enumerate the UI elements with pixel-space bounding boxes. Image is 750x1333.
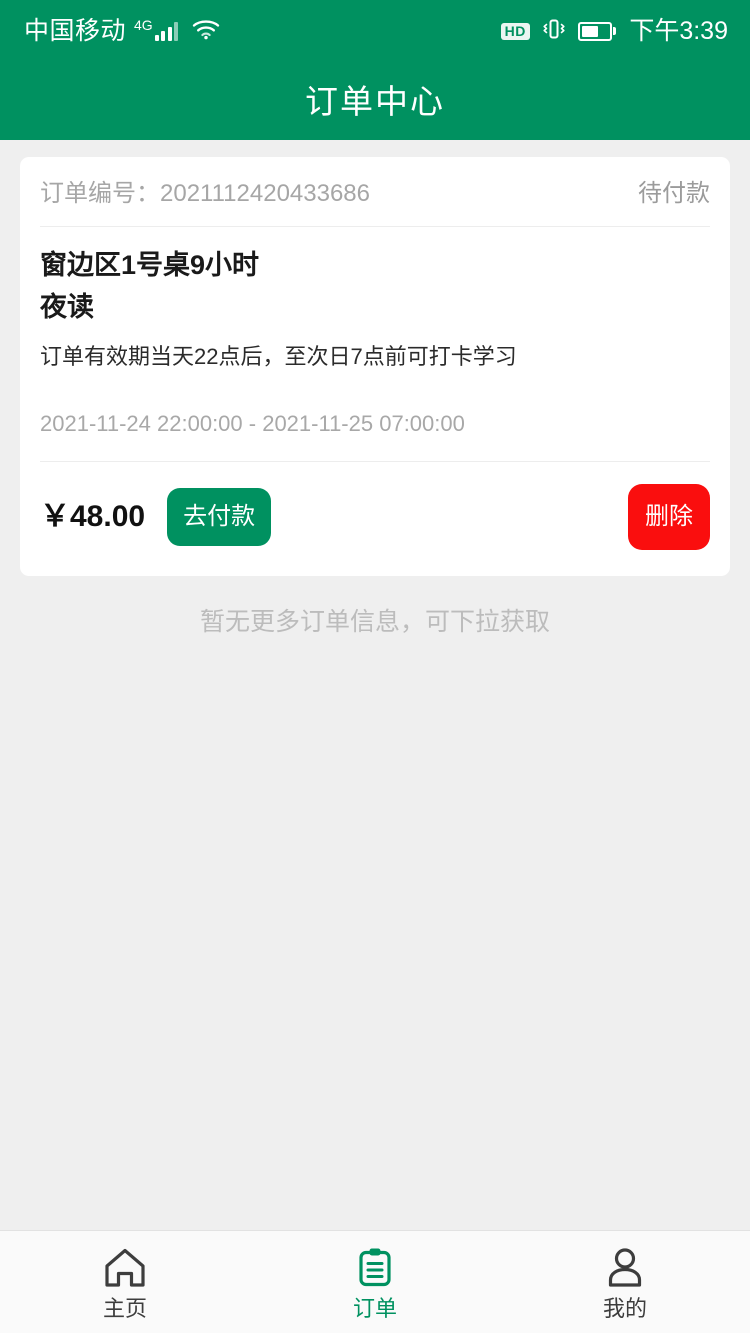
- page-header: 订单中心: [0, 62, 750, 140]
- status-bar-left: 中国移动 4G: [24, 18, 220, 45]
- order-price: ￥48.00: [40, 499, 146, 533]
- status-bar: 中国移动 4G HD 下午3:39: [0, 0, 750, 62]
- clock-label: 下午3:39: [629, 16, 728, 45]
- clipboard-icon: [352, 1245, 398, 1291]
- order-number: 订单编号：2021112420433686: [40, 182, 370, 206]
- order-card-footer: ￥48.00 去付款 删除: [40, 462, 710, 576]
- order-card-header: 订单编号：2021112420433686 待付款: [40, 157, 710, 227]
- network-indicator: 4G: [134, 17, 179, 41]
- order-period: 2021-11-24 22:00:00 - 2021-11-25 07:00:0…: [40, 412, 710, 462]
- order-number-value: 2021112420433686: [160, 180, 370, 207]
- tab-orders[interactable]: 订单: [250, 1231, 500, 1333]
- order-list: 订单编号：2021112420433686 待付款 窗边区1号桌9小时 夜读 订…: [0, 140, 750, 1333]
- tab-profile[interactable]: 我的: [500, 1231, 750, 1333]
- bottom-tab-bar: 主页 订单 我的: [0, 1230, 750, 1333]
- wifi-icon: [192, 18, 220, 45]
- tab-home[interactable]: 主页: [0, 1231, 250, 1333]
- tab-home-label: 主页: [102, 1295, 147, 1321]
- home-icon: [102, 1245, 148, 1291]
- delete-button[interactable]: 删除: [628, 483, 710, 550]
- order-card-body: 窗边区1号桌9小时 夜读 订单有效期当天22点后，至次日7点前可打卡学习 202…: [40, 227, 710, 462]
- status-bar-right: HD 下午3:39: [500, 16, 728, 45]
- pay-button[interactable]: 去付款: [167, 487, 272, 546]
- tab-orders-label: 订单: [352, 1295, 397, 1321]
- hd-icon: HD: [500, 22, 530, 40]
- page-title: 订单中心: [305, 82, 445, 120]
- status-badge: 待付款: [638, 180, 710, 207]
- signal-bars-icon: [154, 21, 179, 41]
- person-icon: [602, 1245, 648, 1291]
- order-plan-title: 夜读: [40, 292, 94, 323]
- carrier-label: 中国移动: [24, 16, 127, 45]
- network-type-label: 4G: [134, 17, 153, 33]
- order-description: 订单有效期当天22点后，至次日7点前可打卡学习: [40, 343, 517, 369]
- order-number-label: 订单编号：: [40, 180, 160, 207]
- no-more-orders-text: 暂无更多订单信息，可下拉获取: [199, 607, 550, 636]
- vibrate-icon: [541, 18, 567, 45]
- order-seat-title: 窗边区1号桌9小时: [40, 250, 260, 280]
- order-card[interactable]: 订单编号：2021112420433686 待付款 窗边区1号桌9小时 夜读 订…: [20, 157, 730, 576]
- app-root: 中国移动 4G HD 下午3:39 订单中心 订单编号：202111242043…: [0, 0, 750, 1333]
- battery-icon: [577, 21, 617, 41]
- tab-profile-label: 我的: [602, 1295, 647, 1321]
